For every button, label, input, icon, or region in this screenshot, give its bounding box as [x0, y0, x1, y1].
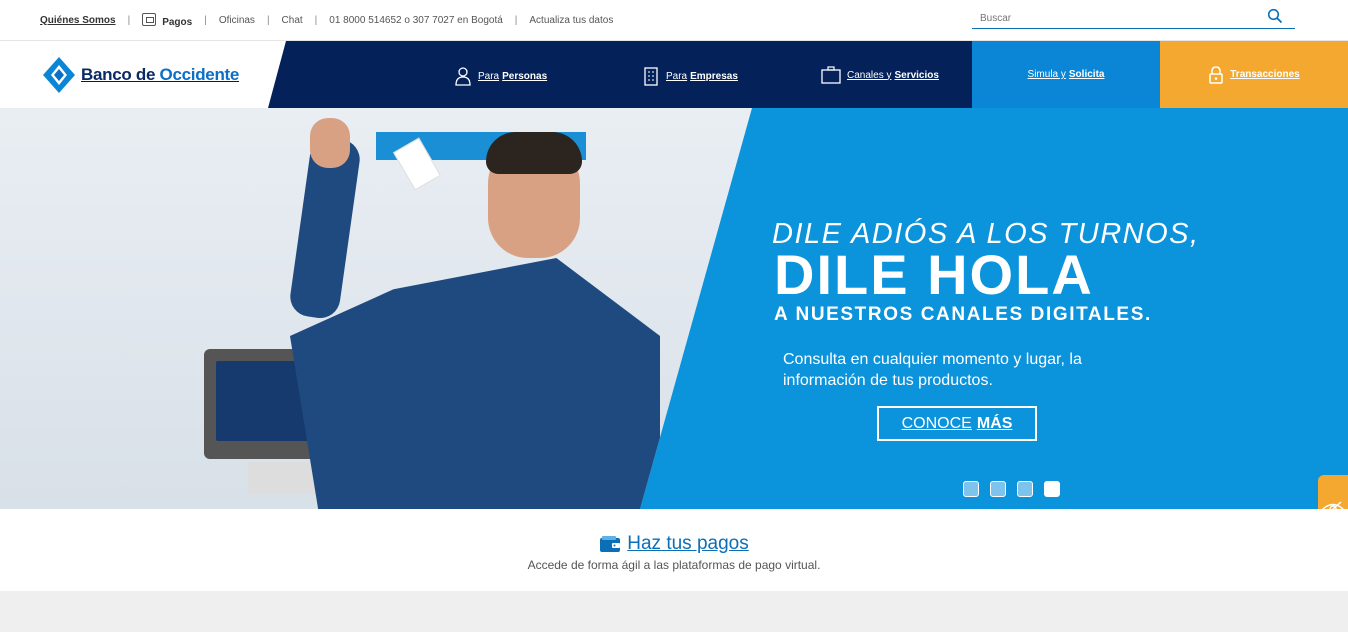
nav-transacciones[interactable]: Transacciones — [1160, 41, 1348, 108]
top-links: Quiénes Somos | Pagos | Oficinas | Chat … — [40, 12, 613, 28]
nav-canales-servicios[interactable]: Canales y Servicios — [821, 66, 939, 84]
logo-text-part1: Banco de — [81, 65, 160, 84]
hero-photo — [0, 108, 752, 509]
logo-diamond-icon — [43, 57, 75, 93]
hero-banner: DILE ADIÓS A LOS TURNOS, DILE HOLA A NUE… — [0, 108, 1348, 509]
search-box — [972, 8, 1295, 29]
separator: | — [127, 14, 131, 26]
nav-personas-prefix: Para — [478, 70, 500, 82]
logo-area: Banco de Occidente — [0, 41, 290, 108]
carousel-dot-3[interactable] — [1017, 481, 1033, 497]
hero-headline-line2: DILE HOLA — [774, 243, 1094, 306]
pagos-icon — [142, 13, 157, 26]
conoce-mas-button[interactable]: CONOCE MÁS — [877, 406, 1037, 441]
search-icon[interactable] — [1267, 8, 1283, 24]
link-oficinas[interactable]: Oficinas — [219, 15, 255, 26]
cta-bold: MÁS — [976, 414, 1013, 432]
nav-simula-prefix: Simula y — [1027, 69, 1066, 80]
link-pagos-label: Pagos — [162, 17, 193, 28]
hero-description: Consulta en cualquier momento y lugar, l… — [783, 351, 1082, 389]
carousel-dot-2[interactable] — [990, 481, 1006, 497]
top-utility-bar: Quiénes Somos | Pagos | Oficinas | Chat … — [0, 0, 1348, 41]
lock-icon — [1209, 65, 1223, 84]
nav-dark-area: Para Personas Para Empresas Canales y Servi… — [268, 41, 972, 108]
person-body — [290, 258, 660, 509]
link-quienes-somos[interactable]: Quiénes Somos — [40, 15, 116, 26]
person-icon — [455, 67, 471, 86]
footer-gray-band — [0, 591, 1348, 632]
briefcase-icon — [821, 66, 841, 84]
hero-headline-line3: A NUESTROS CANALES DIGITALES. — [774, 304, 1152, 325]
link-pagos[interactable]: Pagos — [142, 12, 192, 28]
nav-para-empresas[interactable]: Para Empresas — [642, 66, 738, 86]
separator: | — [314, 14, 318, 26]
pagos-subtitle: Accede de forma ágil a las plataformas d… — [527, 558, 821, 572]
carousel-dots — [963, 481, 1071, 497]
link-actualiza-datos[interactable]: Actualiza tus datos — [529, 15, 613, 26]
logo-text-part2: Occidente — [159, 65, 240, 84]
link-telefono[interactable]: 01 8000 514652 o 307 7027 en Bogotá — [329, 15, 503, 26]
nav-empresas-label: Empresas — [690, 70, 738, 82]
cta-prefix: CONOCE — [901, 414, 972, 432]
bank-logo[interactable]: Banco de Occidente — [43, 57, 239, 93]
separator: | — [514, 14, 518, 26]
link-chat[interactable]: Chat — [282, 15, 303, 26]
separator: | — [204, 14, 207, 26]
nav-simula-label: Solicita — [1068, 69, 1105, 80]
nav-canales-label: Servicios — [894, 69, 939, 81]
carousel-dot-1[interactable] — [963, 481, 979, 497]
logo-text: Banco de Occidente — [81, 65, 239, 85]
main-nav: Banco de Occidente Para Personas Para Empr… — [0, 41, 1348, 108]
nav-empresas-prefix: Para — [666, 70, 688, 82]
person-hand — [310, 118, 350, 168]
wallet-icon — [600, 536, 621, 552]
pagos-section: Haz tus pagos Accede de forma ágil a las… — [0, 509, 1348, 591]
building-icon — [644, 67, 658, 86]
pagos-title-text: Haz tus pagos — [627, 533, 749, 554]
nav-para-personas[interactable]: Para Personas — [454, 66, 547, 86]
nav-simula-solicita[interactable]: Simula y Solicita — [972, 41, 1160, 108]
nav-transacciones-label: Transacciones — [1230, 69, 1300, 80]
nav-canales-prefix: Canales y — [847, 69, 892, 81]
carousel-dot-4[interactable] — [1044, 481, 1060, 497]
person-hair — [486, 132, 582, 174]
haz-tus-pagos-link[interactable]: Haz tus pagos — [0, 533, 1348, 555]
nav-personas-label: Personas — [502, 70, 548, 82]
separator: | — [266, 14, 270, 26]
search-input[interactable] — [972, 8, 1252, 29]
